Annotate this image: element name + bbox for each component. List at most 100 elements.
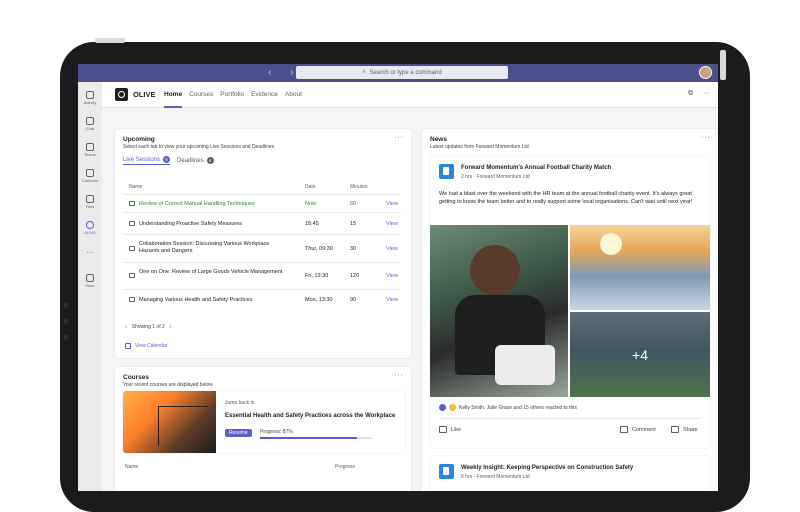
- card-title: News: [430, 136, 447, 143]
- table-row[interactable]: Understanding Proactive Safety Measures …: [123, 212, 402, 234]
- divider: [439, 418, 701, 419]
- news-card: News Latest updates from Forward Momentu…: [422, 129, 718, 491]
- tab-evidence[interactable]: Evidence: [251, 82, 278, 108]
- rail-item-store[interactable]: Store: [78, 274, 102, 288]
- card-subtitle: Your recent courses are displayed below: [123, 382, 213, 388]
- view-link[interactable]: View: [386, 201, 398, 207]
- post-meta: 6 hrs · Forward Momentum Ltd: [461, 474, 530, 480]
- column-name: Name: [129, 184, 143, 190]
- session-date: Mon, 13:30: [305, 297, 333, 303]
- device-button: [720, 50, 726, 80]
- comment-icon: [620, 426, 628, 433]
- calendar-icon: [125, 343, 131, 349]
- column-minutes: Minutes: [350, 184, 368, 190]
- session-icon: [129, 297, 135, 302]
- title-bar: ‹ › ⌕ Search or type a command: [78, 64, 718, 82]
- tab-live-sessions[interactable]: Live Sessions 5: [123, 156, 171, 165]
- pop-out-icon[interactable]: ⧉: [688, 90, 693, 98]
- more-options-icon[interactable]: ···: [703, 90, 710, 98]
- post-body: We had a blast over the weekend with the…: [439, 191, 693, 205]
- session-name: Understanding Proactive Safety Measures: [139, 221, 243, 227]
- device-sensor: [63, 302, 69, 308]
- view-calendar-link[interactable]: View Calendar: [125, 343, 167, 349]
- post-title[interactable]: Weekly Insight: Keeping Perspective on C…: [461, 465, 633, 471]
- sessions-table: Review of Correct Manual Handling Techni…: [123, 194, 402, 310]
- device-sensor: [63, 334, 69, 340]
- session-icon: [129, 273, 135, 278]
- view-link[interactable]: View: [386, 297, 398, 303]
- device-button: [95, 38, 125, 43]
- session-minutes: 30: [350, 246, 357, 252]
- avatar[interactable]: [699, 66, 712, 79]
- photo-gallery[interactable]: +4: [430, 225, 710, 397]
- session-minutes: 90: [350, 297, 357, 303]
- session-icon: [129, 220, 135, 226]
- more-options-icon[interactable]: ···: [394, 134, 404, 141]
- app-tabs: Home Courses Portfolio Evidence About: [164, 82, 302, 108]
- rail-item-teams[interactable]: Teams: [78, 143, 102, 157]
- bell-icon: [86, 91, 94, 99]
- photo-team-huddle[interactable]: [570, 225, 710, 310]
- rail-item-olive[interactable]: OLIVE: [78, 221, 102, 235]
- like-button[interactable]: Like: [439, 426, 461, 433]
- company-logo-icon: [439, 464, 454, 479]
- count-badge: 4: [206, 157, 214, 164]
- comment-button[interactable]: Comment: [620, 426, 656, 433]
- post-title[interactable]: Forward Momentum's Annual Football Chari…: [461, 165, 611, 171]
- view-link[interactable]: View: [386, 221, 398, 227]
- more-options-icon[interactable]: ···: [701, 134, 711, 141]
- session-date: Thur, 09:30: [305, 246, 333, 252]
- like-reaction-icon: [439, 404, 446, 411]
- more-apps-icon[interactable]: ...: [78, 246, 102, 255]
- session-name: Managing Various Health and Safety Pract…: [139, 297, 253, 303]
- tab-about[interactable]: About: [285, 82, 302, 108]
- column-date: Date: [305, 184, 316, 190]
- upcoming-tabs: Live Sessions 5 Deadlines 4: [123, 156, 214, 165]
- search-icon: ⌕: [362, 69, 366, 75]
- rail-item-chat[interactable]: Chat: [78, 117, 102, 131]
- post-meta: 2 hrs · Forward Momentum Ltd: [461, 174, 530, 180]
- course-image: [123, 391, 216, 453]
- thumbs-up-icon: [439, 426, 447, 433]
- olive-logo-icon: [115, 88, 128, 101]
- tab-home[interactable]: Home: [164, 82, 183, 108]
- rail-item-activity[interactable]: Activity: [78, 91, 102, 105]
- table-row[interactable]: One on One: Review of Large Goods Vehicl…: [123, 262, 402, 289]
- tab-portfolio[interactable]: Portfolio: [220, 82, 244, 108]
- search-input[interactable]: ⌕ Search or type a command: [296, 66, 508, 79]
- column-progress: Progress: [335, 464, 356, 470]
- teams-icon: [86, 143, 94, 151]
- more-options-icon[interactable]: ···: [394, 372, 404, 379]
- view-link[interactable]: View: [386, 246, 398, 252]
- chat-icon: [86, 117, 94, 125]
- resume-button[interactable]: Resume: [225, 429, 252, 437]
- chevron-left-icon[interactable]: ‹: [125, 324, 127, 330]
- chevron-right-icon[interactable]: ›: [170, 324, 172, 330]
- course-title: Essential Health and Safety Practices ac…: [225, 413, 396, 419]
- laugh-reaction-icon: [449, 404, 456, 411]
- company-logo-icon: [439, 164, 454, 179]
- card-title: Upcoming: [123, 136, 155, 143]
- session-date: Now: [305, 201, 317, 207]
- teams-window: ‹ › ⌕ Search or type a command Activity …: [78, 64, 718, 491]
- jump-back-label: Jump back in: [225, 400, 255, 406]
- photo-players-celebrating[interactable]: [430, 225, 568, 397]
- share-button[interactable]: Share: [671, 426, 698, 433]
- view-link[interactable]: View: [386, 273, 398, 279]
- progress-fill: [260, 437, 358, 439]
- main-content: Upcoming Select each tab to view your up…: [102, 109, 718, 491]
- reactions-summary[interactable]: Kelly Smith, Julie Grace and 15 others r…: [439, 404, 577, 411]
- pagination-label: Showing 1 of 2: [131, 324, 165, 330]
- rail-item-files[interactable]: Files: [78, 195, 102, 209]
- rail-item-calendar[interactable]: Calendar: [78, 169, 102, 183]
- more-photos-count[interactable]: +4: [570, 312, 710, 397]
- table-row[interactable]: Review of Correct Manual Handling Techni…: [123, 194, 402, 212]
- file-icon: [86, 195, 94, 203]
- card-subtitle: Latest updates from Forward Momentum Ltd: [430, 144, 529, 150]
- course-tile[interactable]: Jump back in Essential Health and Safety…: [123, 391, 405, 453]
- session-minutes: 15: [350, 221, 357, 227]
- table-row[interactable]: Collaboration Session: Discussing Variou…: [123, 234, 402, 262]
- table-row[interactable]: Managing Various Health and Safety Pract…: [123, 289, 402, 310]
- tab-courses[interactable]: Courses: [189, 82, 213, 108]
- tab-deadlines[interactable]: Deadlines 4: [177, 156, 214, 165]
